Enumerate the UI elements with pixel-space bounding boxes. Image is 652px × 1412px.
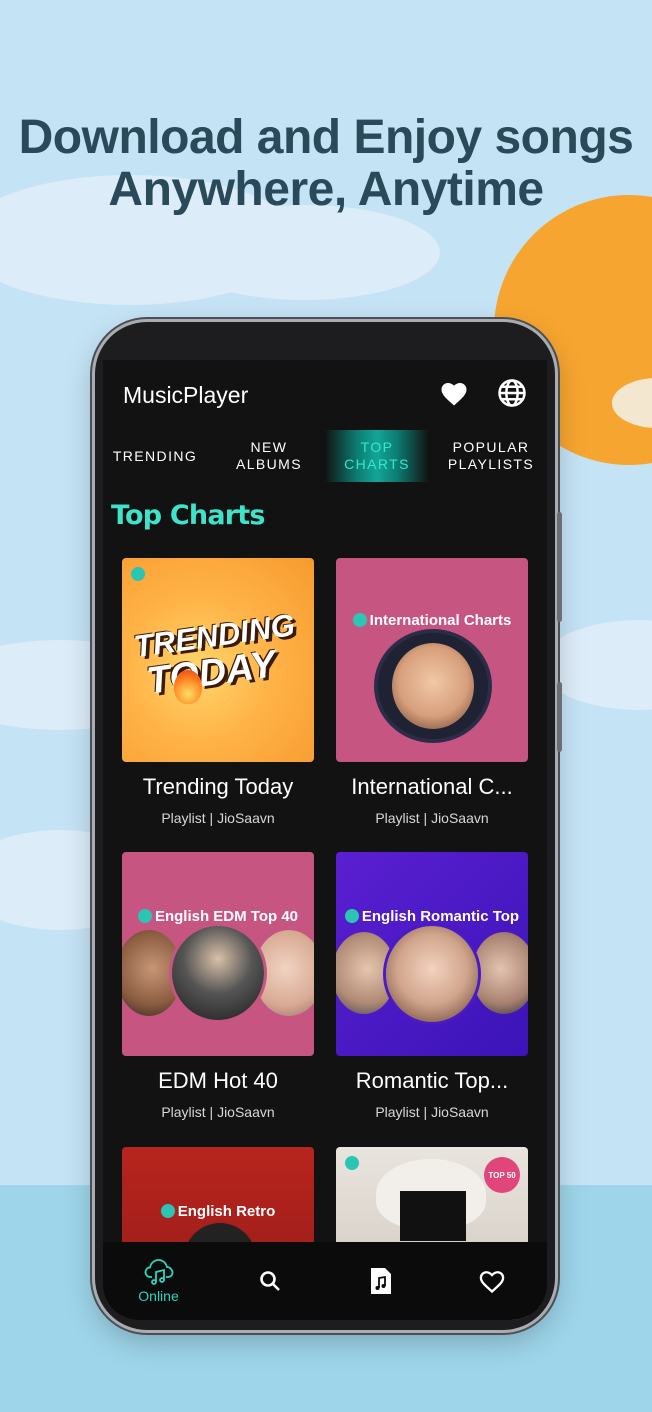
volume-button [557,512,562,622]
tab-label: CHARTS [344,456,410,472]
promo-line-2: Anywhere, Anytime [108,163,544,216]
playlist-title: International C... [351,774,513,799]
playlist-subtitle: Playlist | JioSaavn [375,1104,489,1120]
heart-outline-icon [479,1271,504,1294]
jiosaavn-logo-icon [160,1204,175,1218]
playlist-subtitle: Playlist | JioSaavn [375,810,489,826]
playlist-cover: English EDM Top 40 [122,852,314,1056]
tab-label: ALBUMS [236,456,302,472]
playlist-subtitle: Playlist | JioSaavn [161,810,275,826]
tab-label: POPULAR [452,439,530,455]
playlist-card[interactable]: TRENDING TODAY Trending Today Playlist |… [122,558,314,826]
globe-icon [498,379,526,407]
app-title: MusicPlayer [123,382,249,408]
tab-top-charts[interactable]: TOP CHARTS [325,430,429,482]
artist-photo [392,643,474,729]
tab-label: TOP [360,439,394,455]
cover-label-text: International Charts [369,612,512,629]
tab-bar: TRENDING NEW ALBUMS TOP CHARTS POPULAR P… [103,430,547,482]
cloud-music-icon [144,1259,173,1285]
playlist-card[interactable]: International Charts International C... … [336,558,528,826]
tab-label: PLAYLISTS [447,456,535,472]
power-button [557,682,562,752]
tab-label: TRENDING [112,447,198,464]
cloud [170,205,440,300]
section-title: Top Charts [111,500,265,531]
cover-label-text: English EDM Top 40 [154,908,299,925]
tab-new-albums[interactable]: NEW ALBUMS [215,430,323,482]
nav-online-label: Online [138,1288,179,1304]
artist-photo [386,926,478,1022]
promo-headline: Download and Enjoy songs Anywhere, Anyti… [0,112,652,216]
playlist-title: Romantic Top... [355,1068,509,1093]
playlist-cover: International Charts [336,558,528,762]
playlist-title: Trending Today [142,774,294,799]
jiosaavn-logo-icon [131,567,145,581]
app-bar: MusicPlayer [103,360,547,430]
cover-label: English EDM Top 40 [122,908,314,925]
promo-line-1: Download and Enjoy songs [18,111,634,164]
cover-label-text: English Retro [177,1203,276,1220]
cover-label: International Charts [336,612,528,629]
playlist-cover: TRENDING TODAY [122,558,314,762]
favorites-button[interactable] [437,376,471,410]
search-icon [259,1271,280,1291]
tab-trending[interactable]: TRENDING [103,430,207,482]
jiosaavn-logo-icon [345,1156,359,1170]
playlist-title: EDM Hot 40 [158,1068,278,1093]
cover-headline: TRENDING TODAY [132,607,302,703]
playlist-cover: English Romantic Top 40 [336,852,528,1056]
top-50-badge: TOP 50 [484,1157,520,1193]
artist-photo [400,1191,466,1241]
bottom-navigation: Online [103,1242,547,1320]
tab-popular-playlists[interactable]: POPULAR PLAYLISTS [435,430,547,482]
music-file-icon [370,1268,391,1294]
language-button[interactable] [495,376,529,410]
jiosaavn-logo-icon [352,613,367,627]
playlist-card[interactable]: English EDM Top 40 EDM Hot 40 Playlist |… [122,852,314,1120]
tab-label: NEW [250,439,288,455]
phone-frame: MusicPlayer TRENDING NEW ALBUMS TOP CHAR… [95,322,562,1330]
nav-favorites[interactable] [436,1242,547,1320]
nav-library[interactable] [325,1242,436,1320]
cover-label: English Retro [122,1203,314,1220]
flame-icon [174,670,202,704]
nav-search[interactable] [214,1242,325,1320]
artist-photo [472,932,528,1014]
app-screen: MusicPlayer TRENDING NEW ALBUMS TOP CHAR… [103,360,547,1320]
jiosaavn-logo-icon [137,909,152,923]
jiosaavn-logo-icon [344,909,359,923]
artist-photo [172,926,264,1020]
top-50-badge-text: TOP 50 [488,1170,516,1180]
playlist-subtitle: Playlist | JioSaavn [161,1104,275,1120]
playlist-card[interactable]: English Romantic Top 40 Romantic Top... … [336,852,528,1120]
nav-online[interactable]: Online [103,1242,214,1320]
heart-icon [441,383,467,406]
